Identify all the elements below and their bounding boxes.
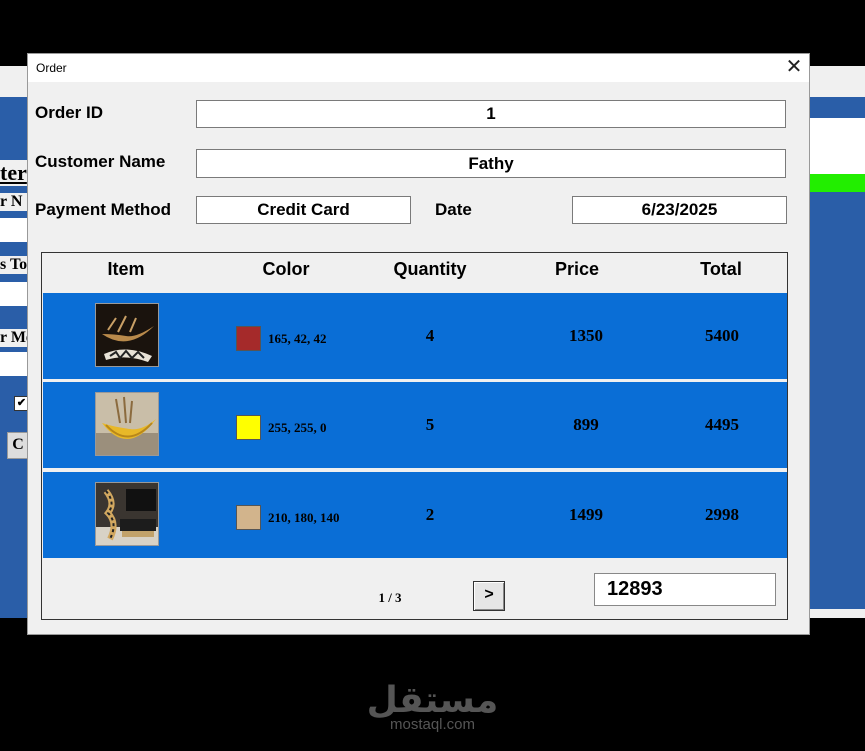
background-label-fragment: r Me <box>0 329 27 347</box>
item-image-bowl-yellow <box>95 392 159 456</box>
total-cell: 5400 <box>705 326 739 345</box>
color-rgb-text: 255, 255, 0 <box>268 420 327 435</box>
order-items-grid: Item Color Quantity Price Total 165, 42,… <box>41 252 788 620</box>
background-progress-bar <box>808 174 865 192</box>
color-rgb-text: 210, 180, 140 <box>268 510 340 525</box>
item-image-bowl-dark <box>95 303 159 367</box>
payment-method-label: Payment Method <box>35 200 172 219</box>
table-row[interactable]: 210, 180, 140 2 1499 2998 <box>43 472 787 558</box>
item-image-sculpture <box>95 482 159 546</box>
color-swatch <box>236 415 261 440</box>
column-header-total: Total <box>700 259 742 279</box>
background-heading-fragment: ter <box>0 160 27 186</box>
payment-method-field[interactable]: Credit Card <box>196 196 411 224</box>
dialog-title: Order <box>36 61 67 75</box>
table-row[interactable]: 165, 42, 42 4 1350 5400 <box>43 293 787 379</box>
quantity-cell: 4 <box>425 326 435 345</box>
price-cell: 1350 <box>569 326 603 345</box>
date-label: Date <box>435 200 472 219</box>
color-rgb-text: 165, 42, 42 <box>268 331 327 346</box>
grand-total-field[interactable]: 12893 <box>594 573 776 606</box>
date-field[interactable]: 6/23/2025 <box>572 196 787 224</box>
watermark-logo-arabic: مستقل <box>366 680 499 721</box>
total-cell: 2998 <box>705 505 739 524</box>
column-header-quantity: Quantity <box>393 259 467 279</box>
background-label-fragment: r N <box>0 193 27 211</box>
price-cell: 1499 <box>569 505 603 524</box>
order-dialog: Order ✕ Order ID 1 Customer Name Fathy P… <box>27 53 810 635</box>
close-icon[interactable]: ✕ <box>779 54 809 82</box>
watermark-logo-latin: mostaql.com <box>389 716 476 733</box>
background-label-fragment: s To <box>0 256 27 274</box>
column-header-color: Color <box>262 259 310 279</box>
column-header-price: Price <box>554 259 600 279</box>
table-row[interactable]: 255, 255, 0 5 899 4495 <box>43 382 787 468</box>
price-cell: 899 <box>573 415 599 434</box>
next-page-button[interactable]: > <box>473 581 505 611</box>
order-id-label: Order ID <box>35 103 104 122</box>
quantity-cell: 5 <box>425 415 435 434</box>
column-header-item: Item <box>107 259 145 279</box>
background-button-fragment: C <box>7 432 29 459</box>
page-indicator: 1 / 3 <box>378 590 402 605</box>
customer-name-label: Customer Name <box>35 152 166 171</box>
order-id-field[interactable]: 1 <box>196 100 786 128</box>
color-swatch <box>236 326 261 351</box>
quantity-cell: 2 <box>425 505 435 524</box>
title-bar: Order ✕ <box>28 54 809 82</box>
total-cell: 4495 <box>705 415 739 434</box>
customer-name-field[interactable]: Fathy <box>196 149 786 178</box>
background-input <box>0 352 30 376</box>
background-input <box>0 218 30 242</box>
background-input <box>0 282 30 306</box>
background-right-box <box>808 118 865 174</box>
color-swatch <box>236 505 261 530</box>
